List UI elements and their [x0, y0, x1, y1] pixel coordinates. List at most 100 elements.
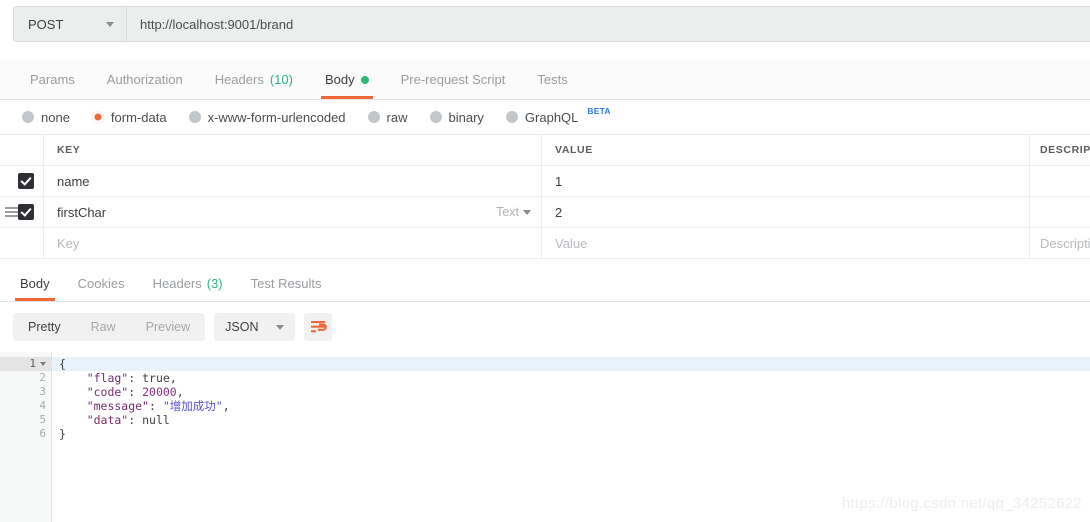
row-key-cell[interactable]: firstChar Text: [44, 197, 542, 227]
body-type-radio-group: none form-data x-www-form-urlencoded raw…: [0, 100, 1090, 135]
response-tab-cookies[interactable]: Cookies: [64, 266, 139, 301]
tab-label: Body: [324, 72, 355, 87]
response-tab-test-results[interactable]: Test Results: [237, 266, 336, 301]
beta-badge: BETA: [587, 106, 611, 116]
empty-row-key-input[interactable]: Key: [44, 228, 542, 258]
radio-label: raw: [386, 109, 408, 125]
body-type-form-data[interactable]: form-data: [91, 109, 167, 125]
tab-label: Params: [30, 72, 75, 87]
row-type-select[interactable]: Text: [496, 205, 531, 219]
url-input[interactable]: http://localhost:9001/brand: [127, 7, 1090, 41]
empty-row-description-input[interactable]: Description: [1030, 228, 1090, 258]
gutter-line: 4: [0, 399, 51, 413]
table-row[interactable]: name 1: [0, 166, 1090, 197]
code-token-punct: }: [59, 427, 66, 441]
form-data-table: KEY VALUE DESCRIPTION name 1: [0, 135, 1090, 262]
row-description-cell[interactable]: [1030, 166, 1090, 196]
view-mode-preview[interactable]: Preview: [131, 313, 205, 341]
headers-count-badge: (10): [269, 72, 293, 87]
code-token-punct: {: [59, 357, 66, 371]
view-mode-label: Raw: [90, 320, 116, 334]
radio-label: none: [41, 109, 70, 125]
row-checkbox-checked-icon[interactable]: [17, 173, 34, 189]
view-mode-label: Pretty: [28, 320, 61, 334]
radio-icon: [22, 111, 34, 123]
view-mode-raw[interactable]: Raw: [76, 313, 131, 341]
body-present-dot-icon: [360, 75, 369, 84]
url-bar-group: POST http://localhost:9001/brand: [13, 6, 1090, 42]
http-method-select[interactable]: POST: [14, 7, 127, 41]
row-key-text: firstChar: [57, 204, 107, 220]
row-value-cell[interactable]: 2: [542, 197, 1030, 227]
view-mode-pretty[interactable]: Pretty: [13, 313, 76, 341]
response-tab-bar: Body Cookies Headers (3) Test Results: [0, 266, 1090, 302]
table-empty-row[interactable]: Key Value Description: [0, 228, 1090, 259]
header-value-cell: VALUE: [542, 135, 1030, 165]
line-number: 2: [39, 371, 46, 384]
radio-label: x-www-form-urlencoded: [207, 109, 346, 125]
url-text: http://localhost:9001/brand: [140, 16, 294, 32]
row-key-cell[interactable]: name: [44, 166, 542, 196]
tab-label: Tests: [537, 72, 568, 87]
fold-arrow-icon[interactable]: [40, 362, 46, 366]
empty-row-checkbox-cell[interactable]: [0, 228, 44, 258]
line-number: 1: [29, 357, 36, 370]
empty-row-value-input[interactable]: Value: [542, 228, 1030, 258]
tab-label: Headers: [214, 72, 264, 87]
tab-label: Cookies: [77, 276, 125, 291]
gutter-line: 2: [0, 371, 51, 385]
code-token-punct: ,: [176, 385, 184, 399]
radio-label: form-data: [110, 109, 167, 125]
response-toolbar: Pretty Raw Preview JSON: [0, 302, 1090, 352]
radio-icon: [505, 111, 518, 123]
key-placeholder: Key: [57, 235, 80, 251]
response-format-select[interactable]: JSON: [214, 313, 296, 341]
row-type-label: Text: [496, 205, 519, 219]
row-value-text: 2: [555, 204, 563, 220]
tab-headers[interactable]: Headers (10): [199, 60, 309, 99]
row-checkbox-cell[interactable]: [0, 166, 44, 196]
code-token-punct: :: [128, 413, 143, 427]
code-token-key: "code": [59, 385, 129, 399]
body-type-x-www-form-urlencoded[interactable]: x-www-form-urlencoded: [188, 109, 346, 125]
header-value-label: VALUE: [555, 144, 593, 156]
tab-pre-request-script[interactable]: Pre-request Script: [385, 60, 522, 99]
body-type-binary[interactable]: binary: [429, 110, 484, 125]
line-number-gutter: 1 2 3 4 5 6: [0, 352, 52, 522]
code-token-key: "message": [59, 399, 150, 413]
description-placeholder: Description: [1040, 235, 1090, 251]
gutter-line: 5: [0, 413, 51, 427]
word-wrap-toggle[interactable]: [304, 313, 333, 341]
code-token-punct: ,: [222, 399, 230, 413]
line-number: 4: [39, 399, 46, 412]
code-token-key: "data": [59, 413, 129, 427]
response-tab-headers[interactable]: Headers (3): [139, 266, 237, 301]
table-row[interactable]: firstChar Text 2: [0, 197, 1090, 228]
code-line: }: [52, 427, 1090, 441]
tab-authorization[interactable]: Authorization: [91, 60, 199, 99]
response-tab-body[interactable]: Body: [6, 266, 64, 301]
drag-handle-icon[interactable]: [5, 205, 18, 219]
body-type-none[interactable]: none: [22, 110, 70, 125]
code-token-punct: :: [128, 385, 143, 399]
tab-body[interactable]: Body: [309, 60, 385, 99]
tab-tests[interactable]: Tests: [521, 60, 583, 99]
value-placeholder: Value: [555, 235, 588, 251]
tab-params[interactable]: Params: [14, 60, 91, 99]
row-checkbox-cell[interactable]: [0, 197, 44, 227]
header-description-label: DESCRIPTION: [1040, 144, 1090, 156]
body-type-graphql[interactable]: GraphQL BETA: [505, 106, 611, 125]
body-type-raw[interactable]: raw: [367, 109, 408, 125]
tab-label: Body: [20, 276, 50, 291]
chevron-down-icon: [523, 209, 531, 215]
code-line: {: [52, 357, 1090, 371]
gutter-line[interactable]: 1: [0, 357, 51, 371]
response-format-label: JSON: [225, 320, 259, 334]
row-description-cell[interactable]: [1030, 197, 1090, 227]
code-token-str: "增加成功": [162, 399, 223, 413]
code-token-bool: true: [142, 371, 170, 385]
row-value-text: 1: [555, 173, 563, 189]
tab-label: Authorization: [106, 72, 183, 87]
row-checkbox-checked-icon[interactable]: [17, 204, 34, 220]
row-value-cell[interactable]: 1: [542, 166, 1030, 196]
